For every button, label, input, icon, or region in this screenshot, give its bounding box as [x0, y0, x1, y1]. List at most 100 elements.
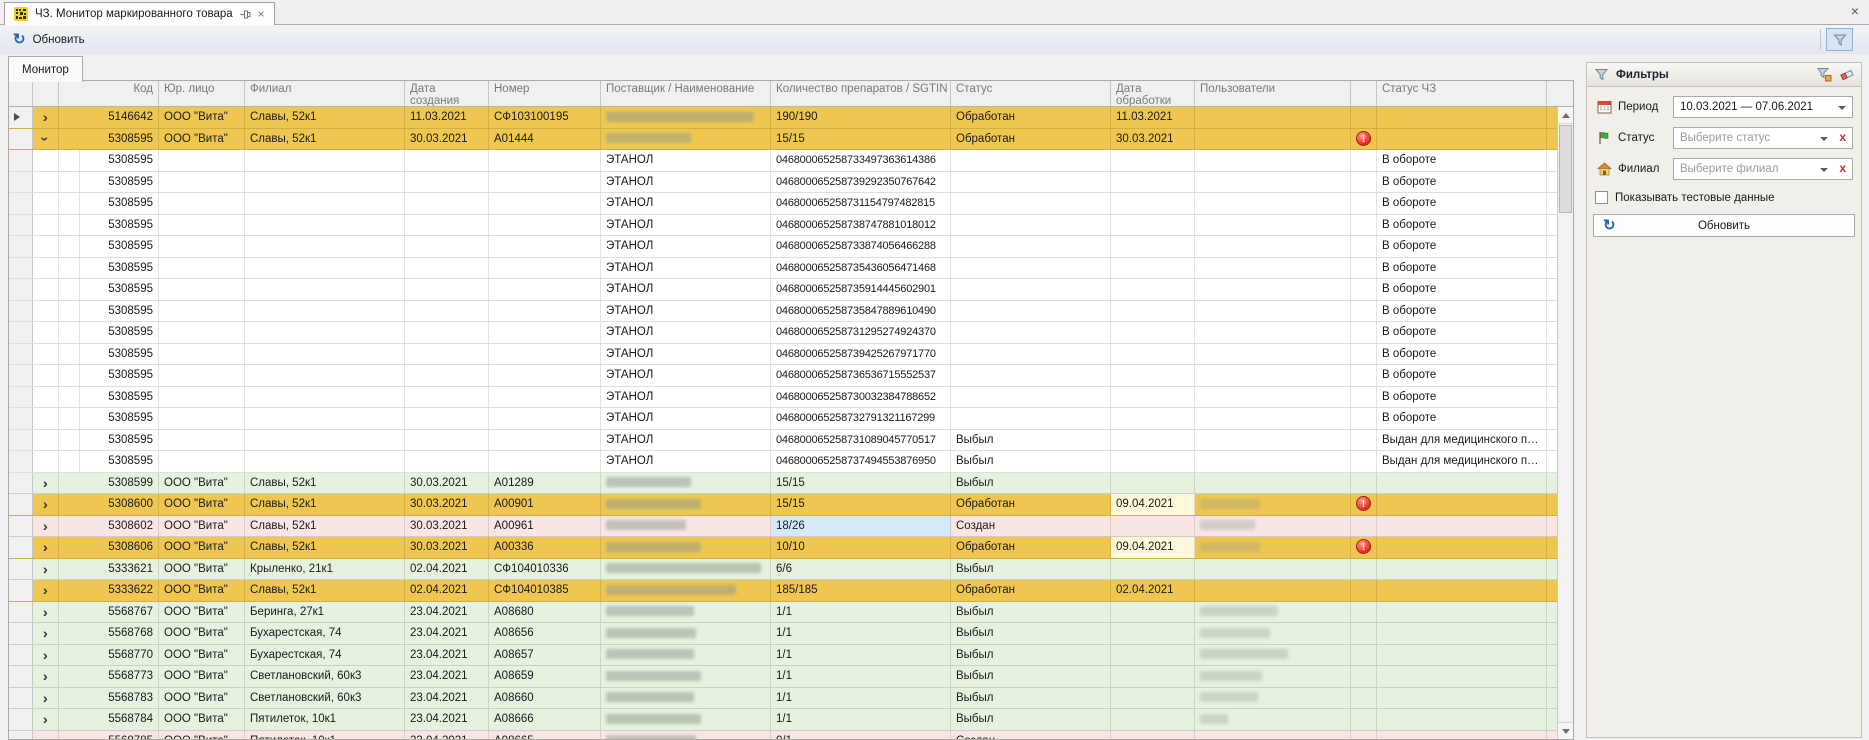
cell-num: А00901 — [489, 494, 601, 515]
expand-row-icon[interactable]: › — [43, 666, 48, 686]
grid-row-5568773[interactable]: ›5568773ООО "Вита"Светлановский, 60к323.… — [9, 666, 1557, 688]
grid-row-5308595[interactable]: 5308595ЭТАНОЛ046800065258731154797482815… — [9, 193, 1557, 215]
expand-row-icon[interactable]: › — [43, 688, 48, 708]
grid-row-5308595[interactable]: 5308595ЭТАНОЛ046800065258737494553876950… — [9, 451, 1557, 473]
column-header-fil[interactable]: Филиал — [245, 81, 405, 106]
period-filter-input[interactable]: 10.03.2021 — 07.06.2021 — [1673, 96, 1853, 118]
column-header-created[interactable]: Дата создания — [405, 81, 489, 106]
grid-row-5308599[interactable]: ›5308599ООО "Вита"Славы, 52к130.03.2021А… — [9, 473, 1557, 495]
grid-row-5308595[interactable]: 5308595ЭТАНОЛ046800065258730032384788652… — [9, 387, 1557, 409]
grid-row-5568784[interactable]: ›5568784ООО "Вита"Пятилеток, 10к123.04.2… — [9, 709, 1557, 731]
expand-row-icon[interactable]: › — [43, 602, 48, 622]
column-header-status[interactable]: Статус — [951, 81, 1111, 106]
column-header-sup[interactable]: Поставщик / Наименование — [601, 81, 771, 106]
expand-row-icon[interactable]: › — [43, 473, 48, 493]
expand-row-icon[interactable]: › — [43, 537, 48, 557]
expand-row-icon[interactable]: › — [43, 709, 48, 729]
error-alert-icon[interactable]: ! — [1356, 131, 1371, 146]
grid-row-5333622[interactable]: ›5333622ООО "Вита"Славы, 52к102.04.2021С… — [9, 580, 1557, 602]
status-filter-input[interactable]: Выберите статус x — [1673, 127, 1853, 149]
cell-status — [951, 193, 1111, 214]
cell-tail — [1547, 107, 1557, 128]
expand-row-icon[interactable]: › — [43, 580, 48, 600]
cell-qty: 15/15 — [771, 473, 951, 494]
collapse-row-icon[interactable]: › — [35, 136, 55, 141]
grid-row-5568768[interactable]: ›5568768ООО "Вита"Бухарестская, 7423.04.… — [9, 623, 1557, 645]
panel-refresh-button[interactable]: ↻ Обновить — [1593, 214, 1855, 237]
cell-qty: 1/1 — [771, 709, 951, 730]
column-header-users[interactable]: Пользователи — [1195, 81, 1351, 106]
clear-filters-eraser-icon[interactable] — [1839, 67, 1855, 83]
grid-row-5308595[interactable]: 5308595ЭТАНОЛ046800065258733874056466288… — [9, 236, 1557, 258]
grid-row-5308595[interactable]: 5308595ЭТАНОЛ046800065258736536715552537… — [9, 365, 1557, 387]
cell-code: 5568767 — [59, 602, 159, 623]
cell-exp — [33, 193, 59, 214]
cell-exp — [33, 344, 59, 365]
tab-close-icon[interactable]: × — [258, 8, 265, 20]
grid-row-5333621[interactable]: ›5333621ООО "Вита"Крыленко, 21к102.04.20… — [9, 559, 1557, 581]
grid-row-5568770[interactable]: ›5568770ООО "Вита"Бухарестская, 7423.04.… — [9, 645, 1557, 667]
chevron-down-icon[interactable] — [1820, 137, 1828, 141]
error-alert-icon[interactable]: ! — [1356, 496, 1371, 511]
clear-status-icon[interactable]: x — [1839, 131, 1846, 143]
grid-row-5308595[interactable]: 5308595ЭТАНОЛ046800065258735914445602901… — [9, 279, 1557, 301]
expand-row-icon[interactable]: › — [43, 645, 48, 665]
grid-row-5308595[interactable]: 5308595ЭТАНОЛ046800065258735436056471468… — [9, 258, 1557, 280]
column-header-cz[interactable]: Статус ЧЗ — [1377, 81, 1547, 106]
redacted-supplier — [606, 585, 736, 595]
grid-row-5308595[interactable]: 5308595ЭТАНОЛ046800065258733497363614386… — [9, 150, 1557, 172]
scroll-down-button[interactable] — [1558, 722, 1573, 739]
filial-filter-placeholder: Выберите филиал — [1680, 163, 1778, 175]
grid-row-5308595[interactable]: 5308595ЭТАНОЛ046800065258739425267971770… — [9, 344, 1557, 366]
grid-row-5308600[interactable]: ›5308600ООО "Вита"Славы, 52к130.03.2021А… — [9, 494, 1557, 516]
cell-created — [405, 451, 489, 472]
close-icon[interactable]: × — [1851, 4, 1859, 18]
grid-row-5308606[interactable]: ›5308606ООО "Вита"Славы, 52к130.03.2021А… — [9, 537, 1557, 559]
grid-row-5308595[interactable]: 5308595ЭТАНОЛ046800065258732791321167299… — [9, 408, 1557, 430]
expand-row-icon[interactable]: › — [43, 559, 48, 579]
grid-row-5308595[interactable]: 5308595ЭТАНОЛ046800065258731089045770517… — [9, 430, 1557, 452]
grid-row-5308595[interactable]: 5308595ЭТАНОЛ046800065258731295274924370… — [9, 322, 1557, 344]
grid-row-5568783[interactable]: ›5568783ООО "Вита"Светлановский, 60к323.… — [9, 688, 1557, 710]
chevron-down-icon[interactable] — [1838, 106, 1846, 110]
refresh-button[interactable]: ↻ Обновить — [13, 25, 85, 54]
expand-row-icon[interactable]: › — [43, 494, 48, 514]
vertical-scrollbar[interactable] — [1557, 107, 1573, 739]
grid-row-5308595[interactable]: 5308595ЭТАНОЛ046800065258735847889610490… — [9, 301, 1557, 323]
column-header-jur[interactable]: Юр. лицо — [159, 81, 245, 106]
grid-row-5308595[interactable]: ›5308595ООО "Вита"Славы, 52к130.03.2021А… — [9, 129, 1557, 151]
column-header-proc[interactable]: Дата обработки — [1111, 81, 1195, 106]
grid-row-5146642[interactable]: ›5146642ООО "Вита"Славы, 52к111.03.2021С… — [9, 107, 1557, 129]
save-filter-icon[interactable] — [1816, 67, 1832, 83]
tab-monitor[interactable]: Монитор — [8, 56, 83, 82]
expand-row-icon[interactable]: › — [43, 623, 48, 643]
column-header-qty[interactable]: Количество препаратов / SGTIN — [771, 81, 951, 106]
filial-filter-input[interactable]: Выберите филиал x — [1673, 158, 1853, 180]
tab-monitor-document[interactable]: ЧЗ. Монитор маркированного товара × — [4, 2, 275, 25]
clear-filial-icon[interactable]: x — [1839, 162, 1846, 174]
cell-code: 5146642 — [59, 107, 159, 128]
grid-row-5308602[interactable]: ›5308602ООО "Вита"Славы, 52к130.03.2021А… — [9, 516, 1557, 538]
column-header-code[interactable]: Код — [59, 81, 159, 106]
scroll-up-button[interactable] — [1558, 107, 1573, 124]
expand-row-icon[interactable]: › — [43, 107, 48, 127]
chevron-down-icon[interactable] — [1820, 168, 1828, 172]
cell-proc — [1111, 344, 1195, 365]
cell-code: 5308595 — [59, 451, 159, 472]
grid-row-5308595[interactable]: 5308595ЭТАНОЛ046800065258738747881018012… — [9, 215, 1557, 237]
expand-row-icon[interactable]: › — [43, 516, 48, 536]
toggle-filter-panel-button[interactable] — [1826, 28, 1853, 51]
column-header-num[interactable]: Номер — [489, 81, 601, 106]
cell-fil — [245, 365, 405, 386]
grid-row-5308595[interactable]: 5308595ЭТАНОЛ046800065258739292350767642… — [9, 172, 1557, 194]
error-alert-icon[interactable]: ! — [1356, 539, 1371, 554]
redacted-supplier — [606, 133, 691, 143]
grid-row-5568767[interactable]: ›5568767ООО "Вита"Беринга, 27к123.04.202… — [9, 602, 1557, 624]
pin-icon[interactable] — [240, 9, 251, 20]
cell-exp — [33, 365, 59, 386]
cell-num — [489, 279, 601, 300]
cell-ind — [9, 666, 33, 687]
cell-users — [1195, 107, 1351, 128]
scrollbar-thumb[interactable] — [1559, 125, 1572, 213]
show-test-data-checkbox[interactable] — [1595, 191, 1608, 204]
